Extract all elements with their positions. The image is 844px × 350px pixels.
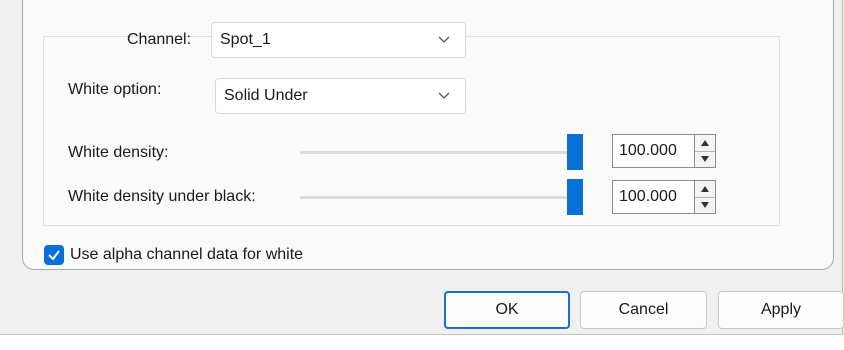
- channel-label: Channel:: [127, 31, 192, 48]
- white-density-label: White density:: [68, 144, 169, 161]
- white-density-spinbox[interactable]: 100.000: [612, 134, 716, 168]
- cancel-button[interactable]: Cancel: [580, 291, 707, 329]
- spin-up-button[interactable]: [695, 181, 715, 198]
- arrow-down-icon: [701, 202, 709, 208]
- alpha-channel-checkbox[interactable]: [44, 245, 64, 265]
- channel-dropdown[interactable]: Spot_1: [211, 22, 466, 58]
- spin-down-button[interactable]: [695, 197, 715, 213]
- arrow-up-icon: [701, 186, 709, 192]
- white-density-under-black-label: White density under black:: [68, 188, 256, 205]
- white-density-slider-thumb[interactable]: [567, 134, 583, 170]
- white-option-label: White option:: [68, 81, 162, 98]
- white-density-under-black-spinbox[interactable]: 100.000: [612, 180, 716, 214]
- white-option-value: Solid Under: [224, 87, 308, 104]
- white-density-value: 100.000: [619, 142, 677, 159]
- apply-button[interactable]: Apply: [718, 291, 844, 329]
- white-density-under-black-slider-thumb[interactable]: [567, 179, 583, 215]
- arrow-up-icon: [701, 140, 709, 146]
- spin-up-button[interactable]: [695, 135, 715, 152]
- chevron-down-icon: [438, 36, 450, 43]
- channel-value: Spot_1: [220, 31, 271, 48]
- white-density-under-black-slider-track[interactable]: [300, 196, 575, 199]
- alpha-channel-label: Use alpha channel data for white: [70, 246, 304, 263]
- check-icon: [48, 250, 60, 261]
- chevron-down-icon: [438, 92, 450, 99]
- white-density-slider-track[interactable]: [300, 151, 575, 154]
- arrow-down-icon: [701, 156, 709, 162]
- ok-button[interactable]: OK: [444, 291, 570, 329]
- white-density-under-black-spin-buttons: [694, 180, 716, 214]
- white-density-under-black-value: 100.000: [619, 188, 677, 205]
- white-density-spin-buttons: [694, 134, 716, 168]
- spin-down-button[interactable]: [695, 151, 715, 167]
- white-option-dropdown[interactable]: Solid Under: [215, 78, 466, 114]
- background-strip: [0, 335, 844, 350]
